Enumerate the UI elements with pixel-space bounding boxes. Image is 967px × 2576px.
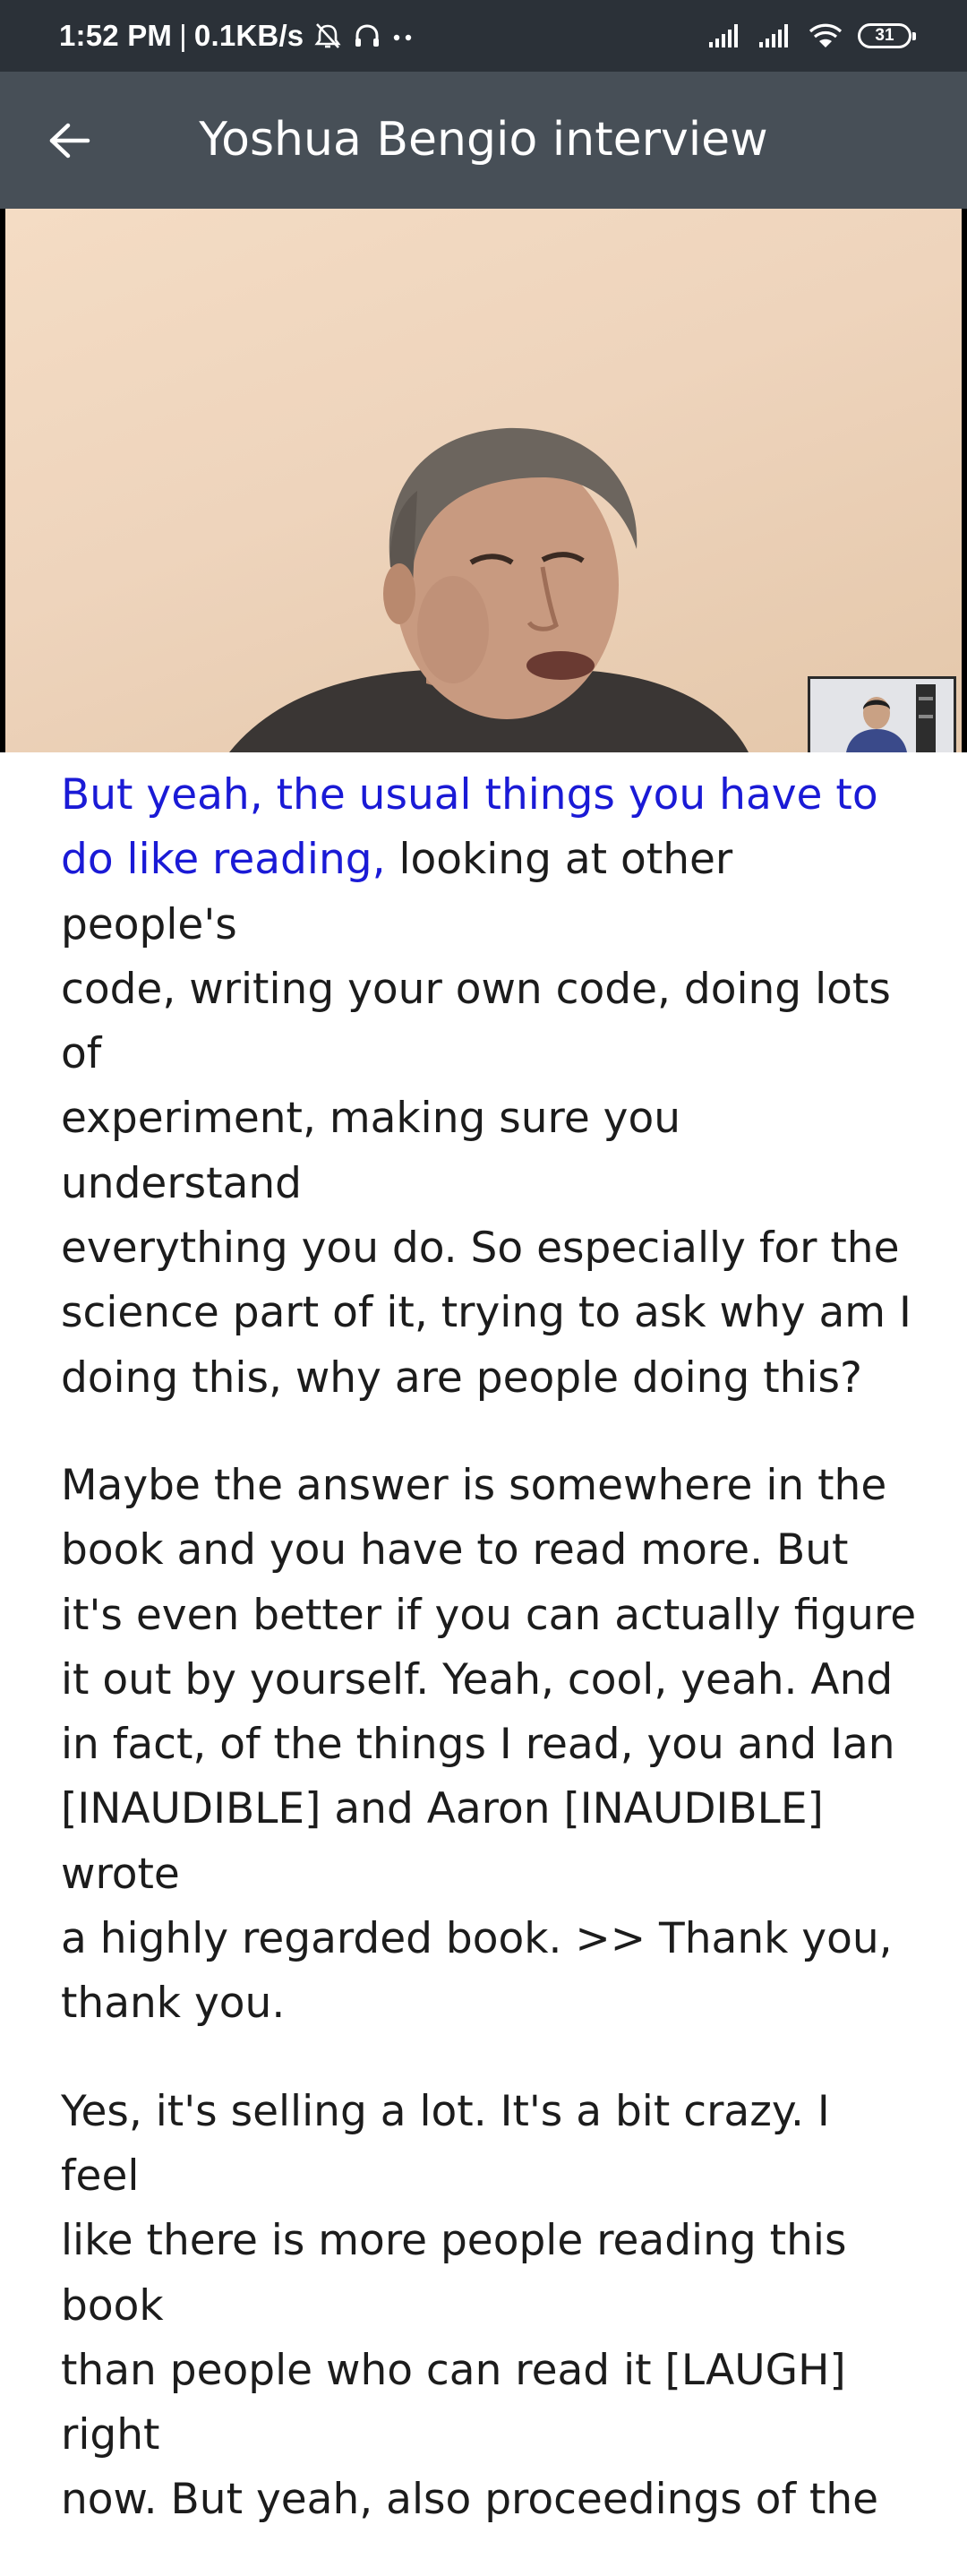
transcript-paragraph[interactable]: But yeah, the usual things you have to d… [61,763,920,1411]
transcript-segment[interactable]: looking at other people's code, writing … [61,835,911,1402]
signal-icon [709,24,738,47]
status-separator: | [179,19,187,52]
signal-icon [759,24,788,47]
pip-video-thumbnail[interactable] [808,676,956,752]
battery-icon: 31 [858,23,916,48]
interviewer-thumbnail-image [810,679,954,752]
headphones-icon [355,24,380,47]
wifi-icon [809,23,843,47]
transcript-paragraph[interactable]: Yes, it's selling a lot. It's a bit craz… [61,2080,920,2533]
transcript-paragraph[interactable]: Maybe the answer is somewhere in the boo… [61,1454,920,2037]
alarm-off-icon [314,23,341,48]
status-bar: 1:52 PM | 0.1KB/s 31 [0,0,967,72]
video-player[interactable] [0,209,967,752]
app-bar: Yoshua Bengio interview [0,72,967,209]
page-title: Yoshua Bengio interview [199,113,768,167]
status-time: 1:52 PM [59,19,173,52]
speaker-video-image [229,427,749,752]
status-left: 1:52 PM | 0.1KB/s [59,0,415,72]
more-dots-icon [394,34,412,41]
status-right: 31 [695,0,916,72]
network-speed: 0.1KB/s [193,19,304,52]
battery-level: 31 [875,26,894,45]
video-frame-image [5,209,962,752]
transcript: But yeah, the usual things you have to d… [61,763,920,2576]
